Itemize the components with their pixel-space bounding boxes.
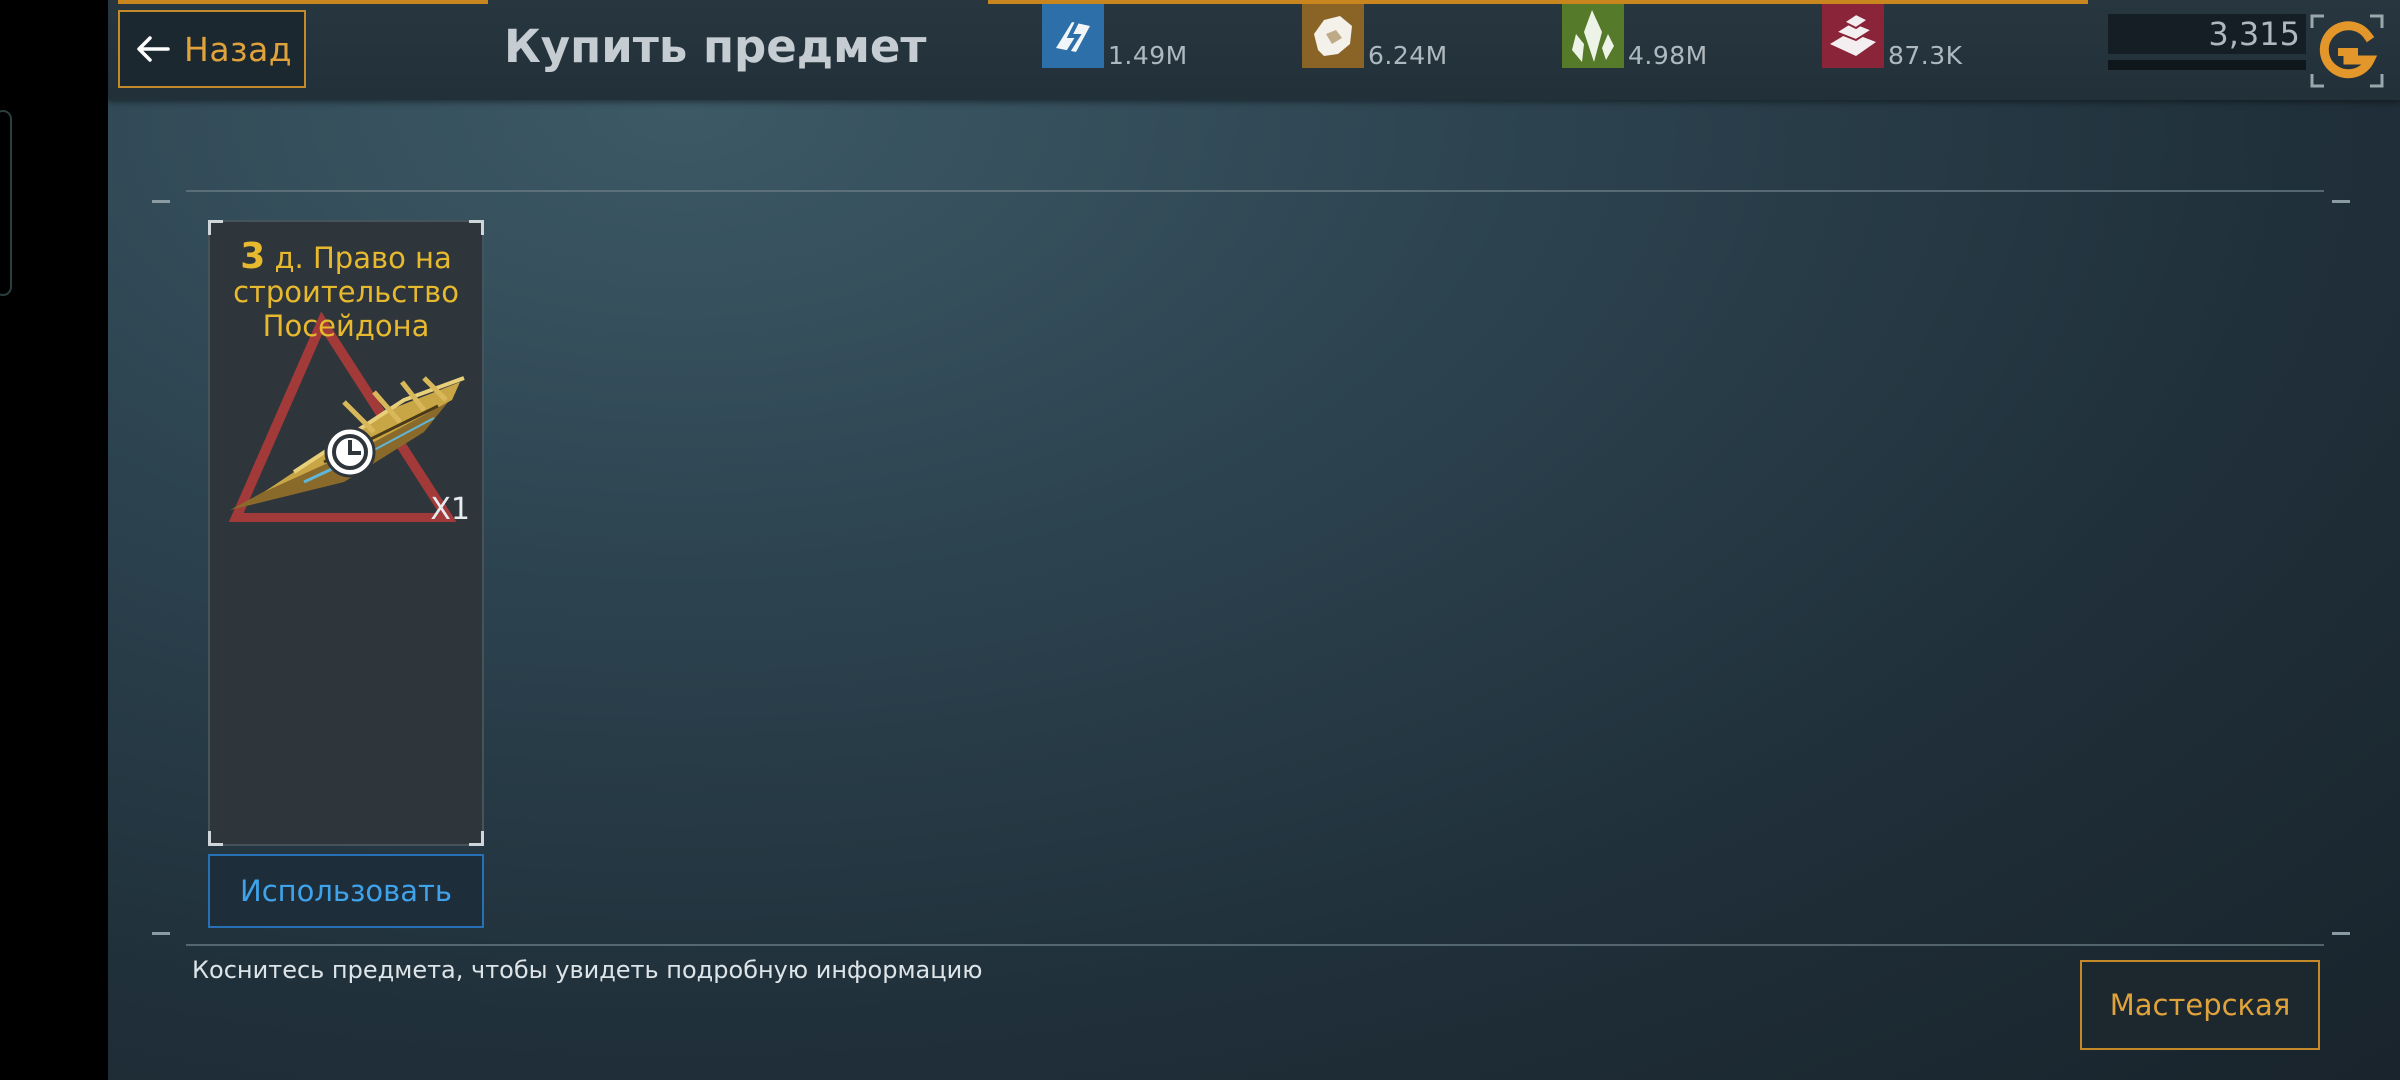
item-title-duration: 3: [240, 236, 266, 277]
card-corner: [208, 220, 223, 235]
top-accent-line: [118, 0, 488, 4]
page-title: Купить предмет: [504, 20, 927, 73]
resource-value: 6.24M: [1368, 41, 1448, 70]
card-corner: [208, 831, 223, 846]
resource-crystal[interactable]: 4.98M: [1562, 4, 1708, 70]
back-button[interactable]: Назад: [118, 10, 306, 88]
frame-tick: [2332, 200, 2350, 203]
clock-icon: [324, 426, 376, 478]
credits-value: 3,315: [2208, 15, 2300, 53]
card-corner: [469, 831, 484, 846]
arrow-left-icon: [137, 36, 170, 62]
frame-tick: [2332, 932, 2350, 935]
energy-icon: [1042, 4, 1104, 68]
divider-top: [186, 190, 2324, 192]
frame-tick: [152, 932, 170, 935]
app-screen: Назад Купить предмет 1.49M 6.24M 4.98M 8…: [108, 0, 2400, 1080]
divider-bottom: [186, 944, 2324, 946]
crystal-icon: [1562, 4, 1624, 68]
resource-value: 87.3K: [1888, 41, 1963, 70]
top-bar: Назад Купить предмет 1.49M 6.24M 4.98M 8…: [108, 0, 2400, 100]
ore-icon: [1302, 4, 1364, 68]
alloy-icon: [1822, 4, 1884, 68]
device-bezel: [0, 0, 108, 1080]
frame-tick: [152, 200, 170, 203]
item-quantity: X1: [430, 492, 470, 527]
device-notch: [0, 110, 12, 296]
back-label: Назад: [184, 29, 293, 69]
resource-alloy[interactable]: 87.3K: [1822, 4, 1963, 70]
resource-value: 1.49M: [1108, 41, 1188, 70]
credits-bar: [2108, 60, 2306, 70]
resource-energy[interactable]: 1.49M: [1042, 4, 1188, 70]
g-currency-icon[interactable]: [2308, 12, 2386, 90]
resource-ore[interactable]: 6.24M: [1302, 4, 1448, 70]
item-card[interactable]: 3 д. Право на строительство Посейдона X1: [208, 220, 484, 846]
resource-value: 4.98M: [1628, 41, 1708, 70]
item-title-text: д. Право на строительство Посейдона: [233, 241, 459, 343]
card-corner: [469, 220, 484, 235]
item-title: 3 д. Право на строительство Посейдона: [210, 239, 482, 344]
use-button[interactable]: Использовать: [208, 854, 484, 928]
hint-text: Коснитесь предмета, чтобы увидеть подроб…: [192, 956, 983, 984]
workshop-button[interactable]: Мастерская: [2080, 960, 2320, 1050]
